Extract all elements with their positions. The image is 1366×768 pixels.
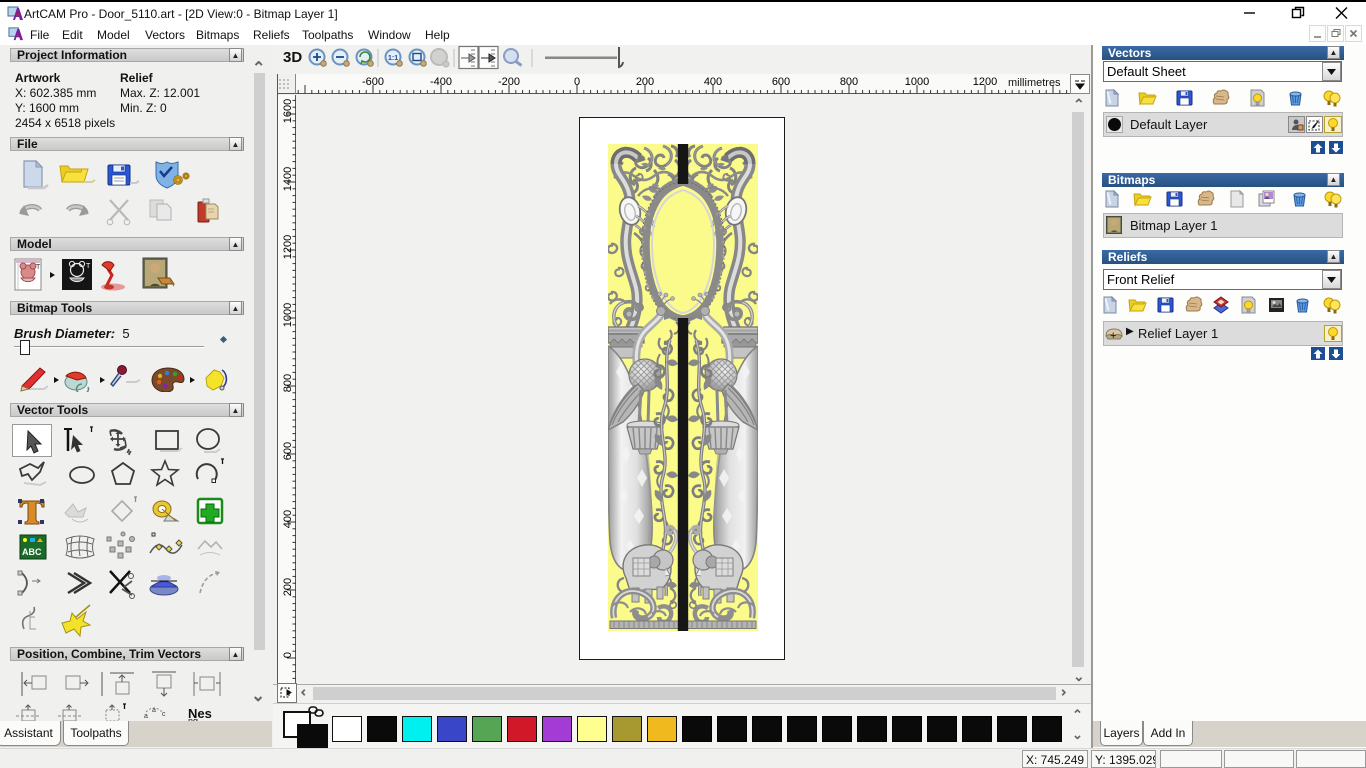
svg-text:1:1: 1:1 (388, 55, 398, 62)
svg-text:a: a (152, 707, 156, 714)
svg-text:ABC: ABC (22, 547, 42, 557)
svg-text:T: T (86, 263, 91, 270)
svg-text:c: c (162, 711, 166, 718)
svg-text:a: a (144, 713, 148, 720)
svg-text:T: T (36, 264, 41, 271)
